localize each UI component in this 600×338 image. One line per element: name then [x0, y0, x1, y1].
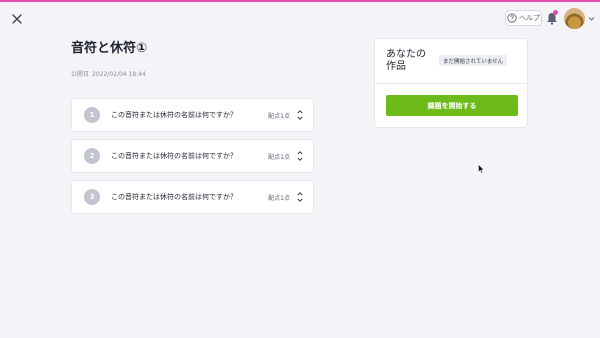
- top-accent-bar: [0, 0, 600, 2]
- work-panel: あなたの作品 まだ開始されていません 課題を開始する: [374, 38, 528, 128]
- publish-date-label: 公開日: [71, 71, 90, 78]
- question-card-3[interactable]: 3 この音符または休符の名前は何ですか？ 配点1点: [71, 180, 314, 214]
- close-icon: [12, 14, 22, 24]
- question-card-2[interactable]: 2 この音符または休符の名前は何ですか？ 配点1点: [71, 139, 314, 173]
- question-points: 配点1点: [268, 153, 290, 161]
- expand-collapse-icon[interactable]: [297, 150, 303, 162]
- chevron-down-icon[interactable]: [588, 15, 595, 22]
- status-badge: まだ開始されていません: [439, 55, 508, 66]
- question-text: この音符または休符の名前は何ですか？: [111, 193, 237, 201]
- divider: [375, 83, 527, 84]
- question-text: この音符または休符の名前は何ですか？: [111, 111, 237, 119]
- help-label: ヘルプ: [519, 14, 540, 22]
- work-panel-title: あなたの作品: [386, 49, 426, 72]
- question-text: この音符または休符の名前は何ですか？: [111, 152, 237, 160]
- mouse-cursor-icon: [478, 164, 485, 174]
- avatar[interactable]: [564, 8, 585, 29]
- page-title: 音符と休符①: [71, 41, 148, 56]
- expand-collapse-icon[interactable]: [297, 109, 303, 121]
- question-card-1[interactable]: 1 この音符または休符の名前は何ですか？ 配点1点: [71, 98, 314, 132]
- publish-date: 公開日 2022/02/04 18:44: [71, 69, 149, 78]
- help-button[interactable]: ヘルプ: [505, 10, 542, 26]
- question-number: 3: [84, 189, 100, 205]
- question-points: 配点1点: [268, 194, 290, 202]
- question-number: 2: [84, 148, 100, 164]
- publish-date-value: 2022/02/04 18:44: [92, 71, 146, 78]
- close-button[interactable]: [9, 11, 25, 27]
- help-icon: [507, 13, 517, 23]
- question-number: 1: [84, 107, 100, 123]
- question-points: 配点1点: [268, 112, 290, 120]
- start-assignment-button[interactable]: 課題を開始する: [386, 95, 518, 116]
- notification-badge: [553, 10, 558, 15]
- expand-collapse-icon[interactable]: [297, 191, 303, 203]
